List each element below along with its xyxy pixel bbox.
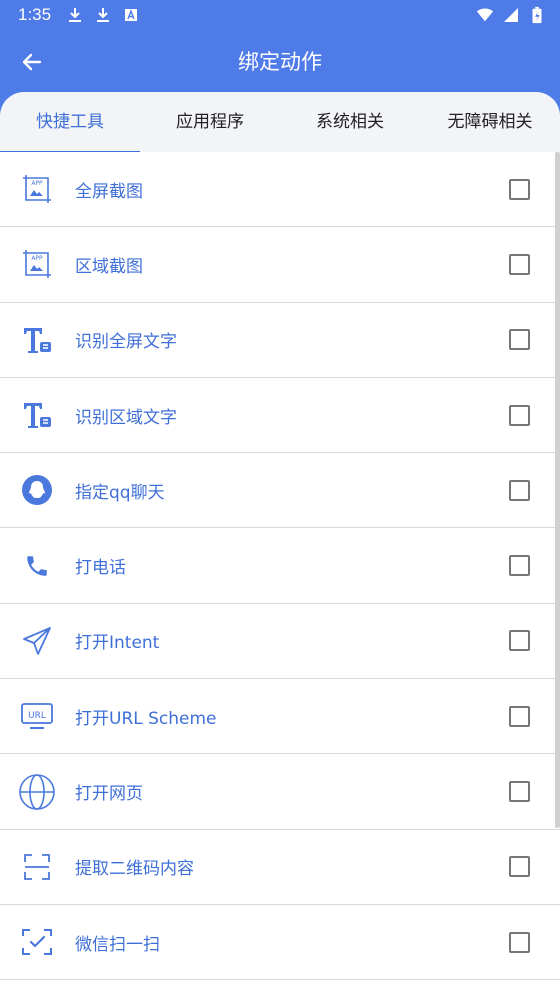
list-item-open-intent[interactable]: 打开Intent [0,604,560,680]
scrollbar[interactable] [555,152,560,828]
item-label: 打开URL Scheme [75,708,217,729]
checkbox[interactable] [509,329,530,351]
status-system-icons [476,6,546,24]
item-label: 区域截图 [75,256,143,277]
signal-icon [504,8,518,22]
checkbox[interactable] [509,931,530,953]
svg-text:URL: URL [28,711,46,721]
page-title: 绑定动作 [238,50,322,74]
checkbox[interactable] [509,479,530,501]
item-label: 指定qq聊天 [75,482,165,503]
item-label: 提取二维码内容 [75,859,194,880]
svg-text:APP: APP [31,255,43,262]
item-label: 打开网页 [75,784,143,805]
list-item-area-screenshot[interactable]: APP 区域截图 [0,227,560,303]
list-item-open-webpage[interactable]: 打开网页 [0,754,560,830]
tab-system[interactable]: 系统相关 [280,92,420,154]
item-label: 打电话 [75,558,126,579]
action-list: APP 全屏截图 APP 区域截图 识别全屏文字 识别区域文字 指定qq聊天 打… [0,152,560,995]
area-text-recognition-icon [18,396,56,434]
wechat-scan-icon [18,923,56,961]
list-item-open-url-scheme[interactable]: URL 打开URL Scheme [0,679,560,755]
item-label: 打开Intent [75,633,160,654]
status-notification-icons [66,6,140,24]
download-icon [69,8,81,22]
item-label: 微信扫一扫 [75,934,160,955]
status-time: 1:35 [18,5,52,24]
phone-icon [18,547,56,585]
battery-charging-icon [532,6,542,24]
checkbox[interactable] [509,178,530,200]
notification-a-icon [125,9,137,21]
svg-text:APP: APP [31,180,43,187]
checkbox[interactable] [509,630,530,652]
globe-icon [18,773,56,811]
checkbox[interactable] [509,253,530,275]
item-label: 全屏截图 [75,181,143,202]
list-item-fullscreen-text-recognition[interactable]: 识别全屏文字 [0,303,560,378]
tab-bar: 快捷工具 应用程序 系统相关 无障碍相关 [0,92,560,154]
url-monitor-icon: URL [18,697,56,735]
item-label: 识别全屏文字 [75,332,177,353]
checkbox[interactable] [509,705,530,727]
checkbox[interactable] [509,404,530,426]
checkbox[interactable] [509,856,530,878]
fullscreen-screenshot-icon: APP [18,170,56,208]
list-item-qq-chat[interactable]: 指定qq聊天 [0,453,560,529]
send-icon [18,622,56,660]
list-item-extract-qr-code[interactable]: 提取二维码内容 [0,830,560,905]
list-item-wechat-scan[interactable]: 微信扫一扫 [0,905,560,981]
qr-scan-icon [18,848,56,886]
qq-icon [18,471,56,509]
text-recognition-icon [18,321,56,359]
item-label: 识别区域文字 [75,407,177,428]
list-item-phone-call[interactable]: 打电话 [0,528,560,604]
tab-applications[interactable]: 应用程序 [140,92,280,154]
tab-shortcut-tools[interactable]: 快捷工具 [0,92,140,154]
download-icon [97,8,109,22]
area-screenshot-icon: APP [18,245,56,283]
checkbox[interactable] [509,781,530,803]
list-item-area-text-recognition[interactable]: 识别区域文字 [0,378,560,454]
checkbox[interactable] [509,555,530,577]
list-item-fullscreen-screenshot[interactable]: APP 全屏截图 [0,152,560,228]
wifi-icon [476,8,494,22]
status-bar: 1:35 [0,0,560,32]
tab-accessibility[interactable]: 无障碍相关 [420,92,560,154]
title-bar: 绑定动作 [0,32,560,92]
